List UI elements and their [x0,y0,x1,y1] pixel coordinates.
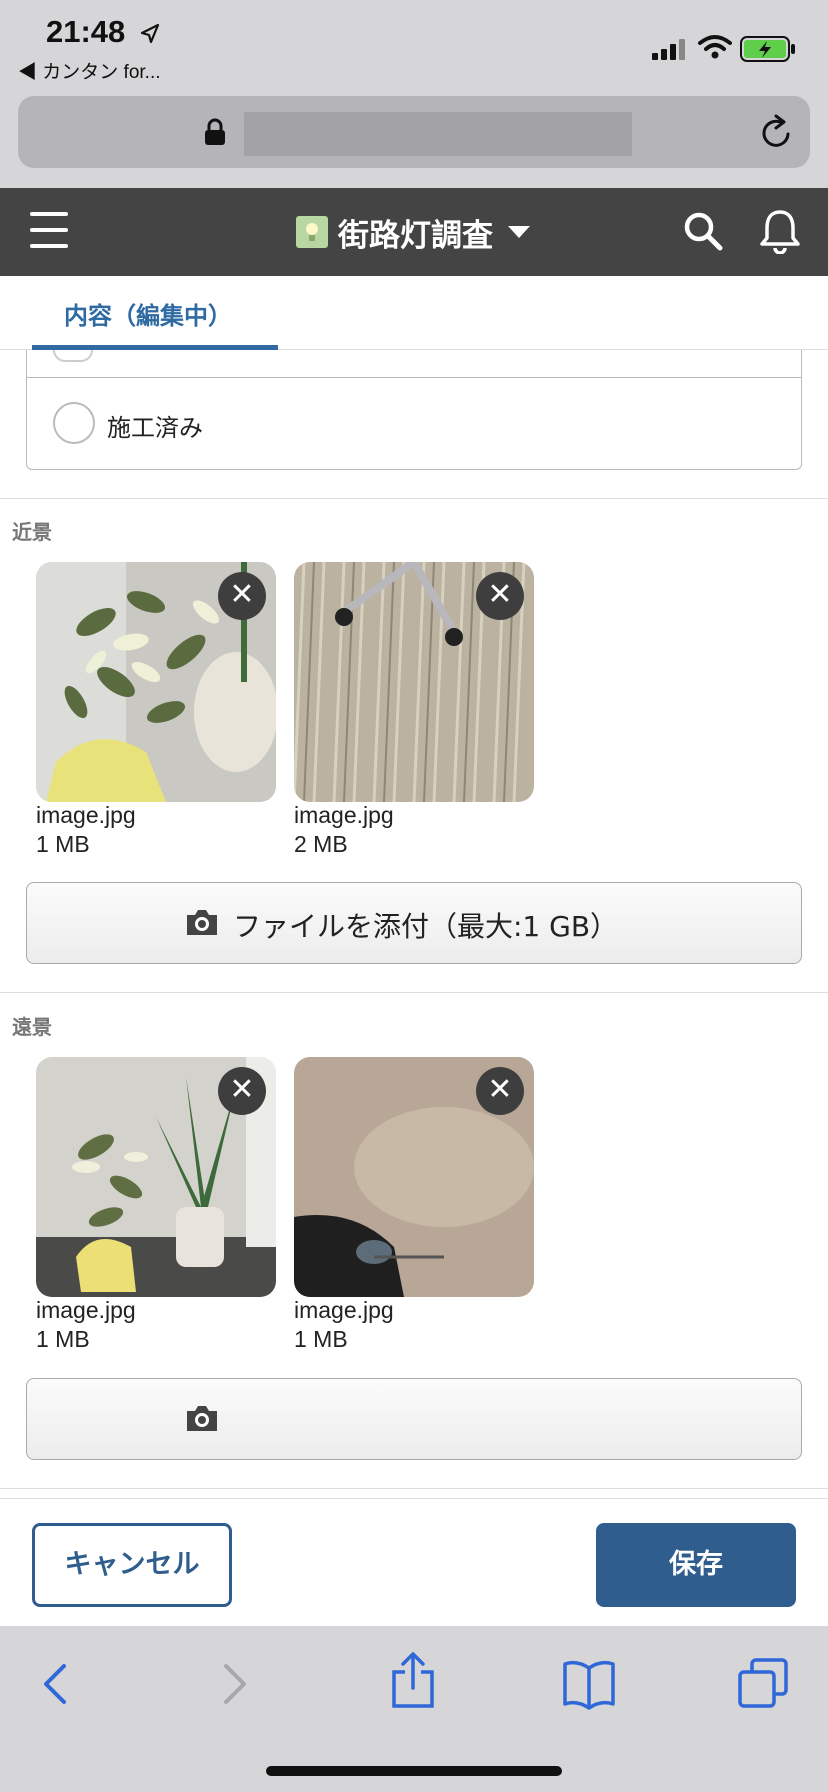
file-name: image.jpg [36,802,136,828]
radio-group: 施工済み [26,350,802,470]
previous-radio-partial [53,350,93,362]
form-footer: キャンセル 保存 [0,1498,828,1626]
status-bar: 21:48 ◀ カンタン for... [0,0,828,92]
back-icon[interactable] [36,1656,76,1712]
home-indicator[interactable] [266,1766,562,1776]
section-divider [0,498,828,499]
photo-thumbnail[interactable]: ✕ [294,562,534,802]
camera-icon [187,910,217,935]
section-label-closeup: 近景 [12,520,52,544]
wifi-icon [698,35,732,59]
tab-bar: 内容（編集中） [0,276,828,350]
search-icon[interactable] [682,210,724,252]
section-divider [0,1488,828,1489]
file-size: 1 MB [36,831,90,857]
camera-icon [187,1406,217,1431]
section-divider [0,992,828,993]
browser-toolbar [0,1626,828,1792]
cancel-button[interactable]: キャンセル [32,1523,232,1607]
hamburger-icon[interactable] [30,212,68,250]
status-time: 21:48 [46,14,126,49]
remove-photo-icon[interactable]: ✕ [218,1067,266,1115]
app-header: 街路灯調査 [0,188,828,276]
photo-thumbnail[interactable]: ✕ [36,1057,276,1297]
remove-photo-icon[interactable]: ✕ [218,572,266,620]
file-name: image.jpg [294,802,394,828]
remove-photo-icon[interactable]: ✕ [476,572,524,620]
location-arrow-icon [140,23,160,44]
tab-label: 内容（編集中） [64,302,232,330]
file-name: image.jpg [36,1297,136,1323]
bookmarks-icon[interactable] [562,1656,616,1712]
bell-icon[interactable] [758,208,802,254]
reload-icon[interactable] [758,112,794,152]
browser-url-area [0,92,828,188]
file-size: 2 MB [294,831,348,857]
battery-charging-icon [740,36,795,62]
section-label-distant: 遠景 [12,1015,52,1039]
photo-thumbnail[interactable]: ✕ [294,1057,534,1297]
lock-icon [205,118,225,145]
tab-content-editing[interactable]: 内容（編集中） [32,276,278,350]
remove-photo-icon[interactable]: ✕ [476,1067,524,1115]
forward-icon[interactable] [214,1656,254,1712]
radio-label-completed[interactable]: 施工済み [107,408,203,443]
attach-file-button[interactable] [26,1378,802,1460]
chevron-down-icon[interactable] [508,226,530,238]
photo-thumbnail[interactable]: ✕ [36,562,276,802]
url-bar[interactable] [18,96,810,168]
file-name: image.jpg [294,1297,394,1323]
app-title[interactable]: 街路灯調査 [338,210,493,255]
share-icon[interactable] [390,1650,436,1710]
tabs-icon[interactable] [736,1656,792,1712]
radio-button-completed[interactable] [53,402,95,444]
radio-divider [27,377,801,378]
url-text-redacted [244,112,632,156]
file-size: 1 MB [36,1326,90,1352]
attach-file-button[interactable]: ファイルを添付（最大:1 GB） [26,882,802,964]
save-button[interactable]: 保存 [596,1523,796,1607]
cellular-signal-icon [652,39,685,60]
attach-file-label: ファイルを添付（最大:1 GB） [233,910,619,943]
file-size: 1 MB [294,1326,348,1352]
lightbulb-app-icon [296,216,328,248]
back-to-app-link[interactable]: ◀ カンタン for... [18,57,161,84]
